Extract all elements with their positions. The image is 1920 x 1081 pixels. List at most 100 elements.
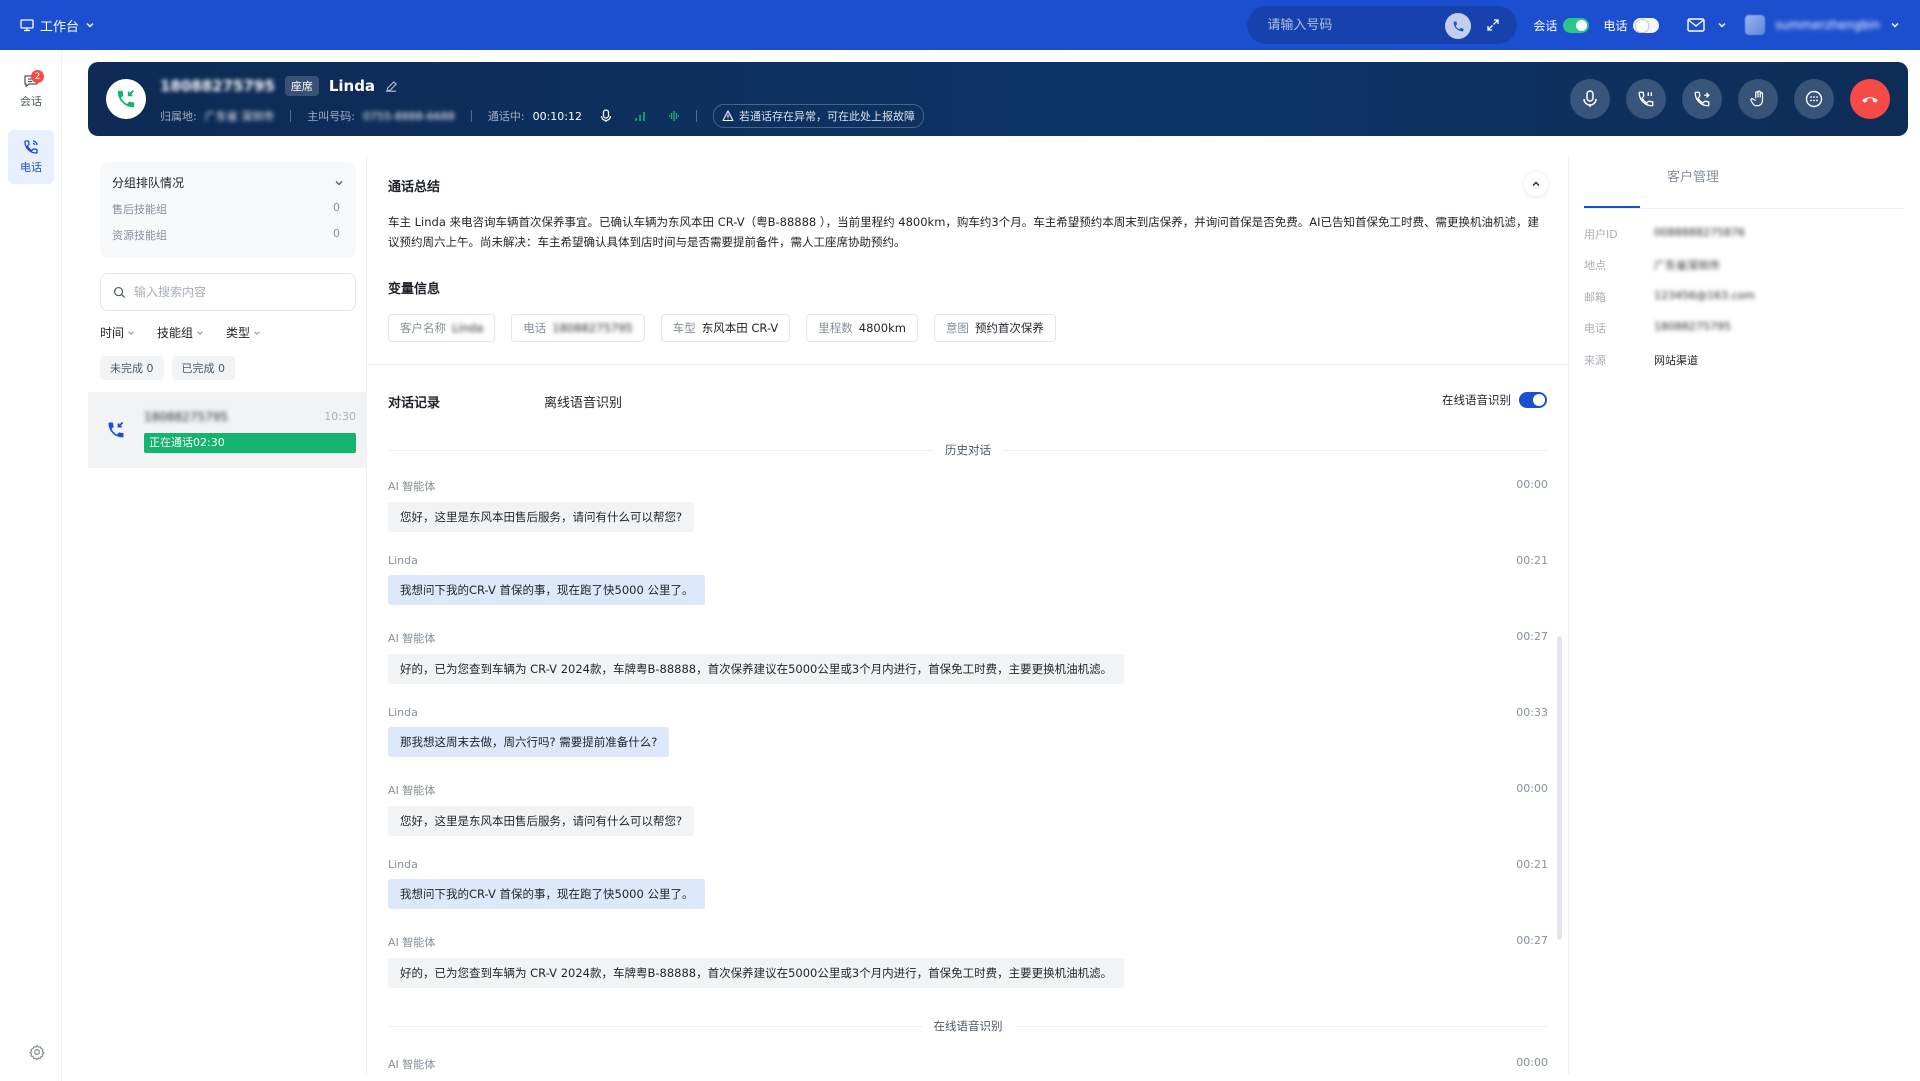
- transfer-button[interactable]: [1682, 79, 1722, 119]
- chip-unfinished[interactable]: 未完成 0: [100, 356, 164, 380]
- tab-dialog-records[interactable]: 对话记录: [388, 392, 440, 411]
- notification-badge: 2: [31, 70, 44, 83]
- message-time: 00:27: [1516, 934, 1548, 947]
- queue-row-name: 售后技能组: [112, 203, 167, 216]
- history-divider: 历史对话: [388, 442, 1548, 458]
- hand-raise-button[interactable]: [1738, 79, 1778, 119]
- hold-button[interactable]: [1626, 79, 1666, 119]
- dial-number-input[interactable]: [1267, 17, 1428, 33]
- divider: [695, 110, 697, 122]
- online-asr-toggle[interactable]: [1519, 392, 1547, 408]
- message-speaker: AI 智能体: [388, 936, 436, 949]
- variable-key: 客户名称: [400, 321, 446, 335]
- message-speaker: Linda: [388, 858, 418, 871]
- dialog-tabs: 对话记录 离线语音识别: [388, 392, 622, 411]
- queue-header[interactable]: 分组排队情况: [112, 174, 344, 191]
- status-chips: 未完成 0 已完成 0: [100, 356, 235, 380]
- field-value: 18088275795: [1654, 320, 1731, 333]
- message: Linda 00:21 我想问下我的CR-V 首保的事，现在跑了快5000 公里了…: [388, 554, 1548, 605]
- collapse-button[interactable]: [1524, 172, 1548, 196]
- chevron-up-icon: [1532, 181, 1540, 186]
- variable-chip: 意图 预约首次保养: [933, 314, 1056, 342]
- phone-hold-icon: [1638, 91, 1654, 107]
- keypad-button[interactable]: [1794, 79, 1834, 119]
- tab-indicator: [1584, 206, 1640, 208]
- queue-row: 售后技能组 0: [112, 201, 344, 217]
- audio-wave-icon: [668, 111, 679, 121]
- variable-value: 4800km: [858, 321, 906, 335]
- message-bubble: 我想问下我的CR-V 首保的事，现在跑了快5000 公里了。: [388, 879, 706, 909]
- chevron-down-icon: [335, 180, 343, 185]
- variable-value: Linda: [452, 321, 484, 335]
- scrollbar[interactable]: [1557, 636, 1562, 940]
- mute-button[interactable]: [1570, 79, 1610, 119]
- field-key: 地点: [1584, 259, 1606, 272]
- customer-field: 地点 广东省深圳市: [1584, 257, 1720, 273]
- filter-type[interactable]: 类型: [226, 324, 261, 341]
- variable-chip: 车型 东风本田 CR-V: [660, 314, 791, 342]
- hang-up-icon: [1862, 97, 1878, 103]
- workspace-label: 工作台: [40, 19, 80, 35]
- field-key: 邮箱: [1584, 291, 1606, 304]
- location-label: 归属地:: [160, 110, 197, 123]
- message-bubble: 好的，已为您查到车辆为 CR-V 2024款，车牌粤B-88888，首次保养建议…: [388, 654, 1125, 684]
- mail-menu[interactable]: [1687, 18, 1727, 32]
- workspace-menu[interactable]: 工作台: [20, 16, 95, 35]
- field-value: 0088888275876: [1654, 226, 1745, 239]
- online-asr-label: 在线语音识别: [1442, 393, 1511, 407]
- filter-time[interactable]: 时间: [100, 324, 135, 341]
- filter-label: 类型: [226, 326, 251, 340]
- nav-item-chat[interactable]: 会话 2: [8, 64, 54, 118]
- message-time: 00:00: [1516, 782, 1548, 795]
- chip-finished[interactable]: 已完成 0: [171, 356, 235, 380]
- divider: [1584, 208, 1904, 209]
- session-item[interactable]: 18088275795 10:30 正在通话02:30: [88, 392, 366, 468]
- report-issue-button[interactable]: 若通话存在异常，可在此处上报故障: [712, 104, 924, 128]
- call-status-label: 通话中:: [487, 110, 525, 123]
- queue-title: 分组排队情况: [112, 176, 185, 190]
- variable-chip: 客户名称 Linda: [388, 314, 496, 342]
- message: Linda 00:21 我想问下我的CR-V 首保的事，现在跑了快5000 公里了…: [388, 858, 1548, 909]
- nav-item-phone[interactable]: 电话: [8, 130, 54, 184]
- queue-status-card: 分组排队情况 售后技能组 0 资源技能组 0: [100, 162, 356, 258]
- queue-row: 资源技能组 0: [112, 227, 344, 243]
- customer-panel-title[interactable]: 客户管理: [1584, 166, 1802, 185]
- message: AI 智能体 00:00 您好，这里是东风本田售后服务，请问有什么可以帮您?: [388, 782, 1548, 836]
- message-bubble: 我想问下我的CR-V 首保的事，现在跑了快5000 公里了。: [388, 575, 706, 605]
- dial-call-button[interactable]: [1445, 13, 1472, 39]
- variable-key: 意图: [945, 321, 969, 335]
- customer-field: 电话 18088275795: [1584, 320, 1731, 336]
- tab-offline-asr[interactable]: 离线语音识别: [544, 392, 622, 411]
- expand-icon[interactable]: [1485, 17, 1501, 33]
- message-speaker: AI 智能体: [388, 632, 436, 645]
- divider: [1568, 156, 1569, 1074]
- session-time: 10:30: [324, 410, 356, 423]
- hang-up-button[interactable]: [1850, 79, 1890, 119]
- chat-toggle[interactable]: [1563, 17, 1590, 33]
- divider: [368, 364, 1568, 365]
- chevron-down-icon: [128, 330, 134, 335]
- variable-key: 里程数: [818, 321, 853, 335]
- message-speaker: Linda: [388, 706, 418, 719]
- online-asr-toggle-group: 在线语音识别: [1442, 392, 1547, 408]
- variable-key: 车型: [672, 321, 696, 335]
- active-call-bar: 18088275795 座席 Linda 归属地: 广东省 深圳市 主叫号码: …: [88, 62, 1908, 136]
- settings-icon[interactable]: [29, 1044, 45, 1060]
- message-time: 00:21: [1516, 554, 1548, 567]
- warning-icon: [722, 110, 734, 122]
- phone-toggle[interactable]: [1633, 17, 1660, 33]
- session-search-input[interactable]: [134, 285, 334, 299]
- call-number: 18088275795: [160, 77, 275, 95]
- chat-toggle-group: 会话: [1533, 17, 1590, 34]
- message: Linda 00:33 那我想这周末去做，周六行吗? 需要提前准备什么?: [388, 706, 1548, 757]
- divider: [366, 156, 367, 1074]
- user-menu[interactable]: summerzhengbin: [1745, 15, 1900, 35]
- message: AI 智能体 00:27 好的，已为您查到车辆为 CR-V 2024款，车牌粤B-…: [388, 934, 1548, 988]
- message-speaker: Linda: [388, 554, 418, 567]
- filter-skill-group[interactable]: 技能组: [157, 324, 204, 341]
- user-name: summerzhengbin: [1775, 18, 1880, 32]
- nav-chat-label: 会话: [20, 95, 42, 108]
- phone-incoming-icon: [117, 90, 135, 108]
- call-customer-name: Linda: [328, 77, 376, 95]
- edit-icon[interactable]: [385, 80, 398, 93]
